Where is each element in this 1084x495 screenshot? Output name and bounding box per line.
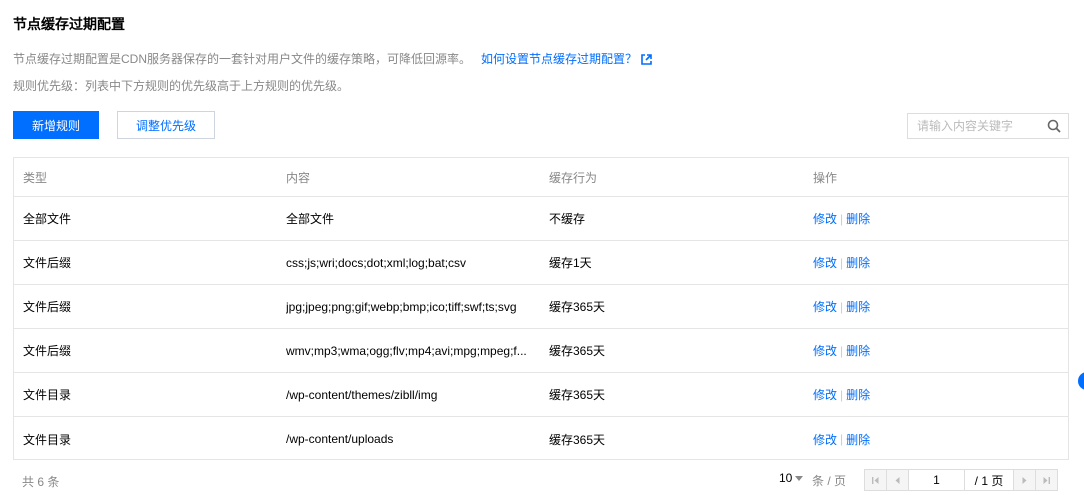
table-row: 文件后缀 css;js;wri;docs;dot;xml;log;bat;csv… <box>14 241 1068 285</box>
cell-content: /wp-content/uploads <box>286 417 536 461</box>
cell-type: 全部文件 <box>23 212 72 226</box>
cell-type: 文件后缀 <box>23 300 72 314</box>
content-text: css;js;wri;docs;dot;xml;log;bat;csv <box>286 255 467 270</box>
edit-link[interactable]: 修改 <box>813 386 837 403</box>
search-icon[interactable] <box>1047 119 1061 136</box>
action-separator: | <box>840 255 844 270</box>
search-box <box>907 113 1069 139</box>
table-row: 文件后缀 wmv;mp3;wma;ogg;flv;mp4;avi;mpg;mpe… <box>14 329 1068 373</box>
cell-content: jpg;jpeg;png;gif;webp;bmp;ico;tiff;swf;t… <box>286 285 536 328</box>
last-page-button[interactable] <box>1035 469 1058 491</box>
first-page-icon <box>872 476 879 484</box>
action-separator: | <box>840 299 844 314</box>
rules-table: 类型 内容 缓存行为 操作 全部文件 全部文件 不缓存 修改 | 删除 文件后缀 c… <box>13 157 1069 460</box>
cell-type: 文件目录 <box>23 432 72 447</box>
cell-type: 文件目录 <box>23 388 72 402</box>
help-link[interactable]: 如何设置节点缓存过期配置？ <box>481 52 652 66</box>
table-row: 文件目录 /wp-content/themes/zibll/img 缓存365天… <box>14 373 1068 417</box>
cell-content: wmv;mp3;wma;ogg;flv;mp4;avi;mpg;mpeg;f..… <box>286 329 536 372</box>
next-page-button[interactable] <box>1013 469 1036 491</box>
cell-actions: 修改 | 删除 <box>813 373 1063 416</box>
cell-actions: 修改 | 删除 <box>813 197 1063 240</box>
header-behavior: 缓存行为 <box>549 170 598 185</box>
external-link-icon <box>641 54 652 68</box>
next-page-icon <box>1022 476 1027 484</box>
page-description: 节点缓存过期配置是CDN服务器保存的一套针对用户文件的缓存策略，可降低回源率。如… <box>13 50 652 68</box>
add-rule-button[interactable]: 新增规则 <box>13 111 99 139</box>
cell-behavior: 缓存365天 <box>549 388 606 402</box>
cell-actions: 修改 | 删除 <box>813 417 1063 461</box>
cell-actions: 修改 | 删除 <box>813 285 1063 328</box>
page-size-value: 10 <box>779 471 793 485</box>
pager: / 1 页 <box>864 469 1058 491</box>
total-count: 共 6 条 <box>22 475 60 489</box>
edit-link[interactable]: 修改 <box>813 342 837 359</box>
cell-actions: 修改 | 删除 <box>813 329 1063 372</box>
delete-link[interactable]: 删除 <box>846 298 870 315</box>
priority-note: 规则优先级：列表中下方规则的优先级高于上方规则的优先级。 <box>13 79 350 93</box>
page-size-unit: 条 / 页 <box>812 474 847 488</box>
header-content: 内容 <box>286 170 311 185</box>
table-header: 类型 内容 缓存行为 操作 <box>14 158 1068 197</box>
edit-link[interactable]: 修改 <box>813 210 837 227</box>
action-separator: | <box>840 432 844 446</box>
help-link-label: 如何设置节点缓存过期配置？ <box>481 52 638 66</box>
prev-page-button[interactable] <box>886 469 909 491</box>
table-row: 全部文件 全部文件 不缓存 修改 | 删除 <box>14 197 1068 241</box>
cell-behavior: 缓存1天 <box>549 256 592 270</box>
cell-content: 全部文件 <box>286 197 536 240</box>
cell-behavior: 缓存365天 <box>549 300 606 314</box>
content-text: 全部文件 <box>286 212 335 226</box>
header-actions: 操作 <box>813 170 838 185</box>
delete-link[interactable]: 删除 <box>846 431 870 448</box>
total-pages: / 1 页 <box>964 469 1014 491</box>
action-separator: | <box>840 387 844 402</box>
delete-link[interactable]: 删除 <box>846 342 870 359</box>
delete-link[interactable]: 删除 <box>846 210 870 227</box>
delete-link[interactable]: 删除 <box>846 254 870 271</box>
edit-link[interactable]: 修改 <box>813 298 837 315</box>
cell-behavior: 缓存365天 <box>549 344 606 358</box>
first-page-button[interactable] <box>864 469 887 491</box>
cell-behavior: 缓存365天 <box>549 432 606 447</box>
cell-behavior: 不缓存 <box>549 212 586 226</box>
page-size-select[interactable]: 10 <box>779 471 804 485</box>
adjust-priority-button[interactable]: 调整优先级 <box>117 111 215 139</box>
content-text: jpg;jpeg;png;gif;webp;bmp;ico;tiff;swf;t… <box>286 299 517 314</box>
prev-page-icon <box>895 476 900 484</box>
cell-content: css;js;wri;docs;dot;xml;log;bat;csv <box>286 241 536 284</box>
table-row: 文件目录 /wp-content/uploads 缓存365天 修改 | 删除 <box>14 417 1068 461</box>
edit-link[interactable]: 修改 <box>813 254 837 271</box>
cell-type: 文件后缀 <box>23 344 72 358</box>
edit-link[interactable]: 修改 <box>813 431 837 448</box>
table-row: 文件后缀 jpg;jpeg;png;gif;webp;bmp;ico;tiff;… <box>14 285 1068 329</box>
page-number-input[interactable] <box>908 469 965 491</box>
page-title: 节点缓存过期配置 <box>13 16 125 32</box>
action-separator: | <box>840 343 844 358</box>
search-input[interactable] <box>908 114 1038 138</box>
last-page-icon <box>1043 476 1050 484</box>
cell-actions: 修改 | 删除 <box>813 241 1063 284</box>
content-text: wmv;mp3;wma;ogg;flv;mp4;avi;mpg;mpeg;f..… <box>286 343 527 358</box>
floating-assistant-handle[interactable] <box>1078 372 1084 390</box>
chevron-down-icon <box>795 476 804 481</box>
cell-content: /wp-content/themes/zibll/img <box>286 373 536 416</box>
content-text: /wp-content/themes/zibll/img <box>286 387 438 402</box>
action-separator: | <box>840 211 844 226</box>
header-type: 类型 <box>23 170 48 185</box>
content-text: /wp-content/uploads <box>286 432 394 446</box>
description-text: 节点缓存过期配置是CDN服务器保存的一套针对用户文件的缓存策略，可降低回源率。 <box>13 52 472 66</box>
cell-type: 文件后缀 <box>23 256 72 270</box>
delete-link[interactable]: 删除 <box>846 386 870 403</box>
